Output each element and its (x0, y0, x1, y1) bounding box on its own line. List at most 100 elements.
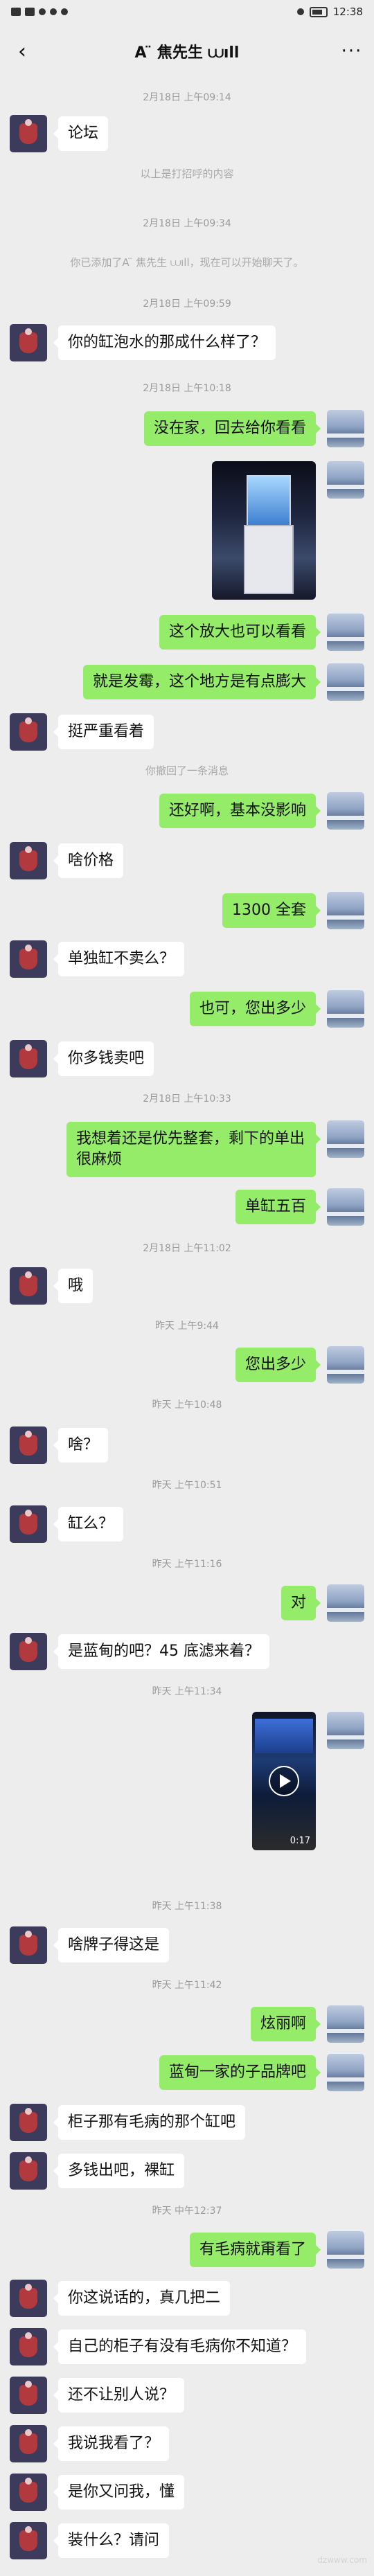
message-bubble[interactable]: 哦 (53, 1269, 93, 1303)
message-bubble[interactable]: 是蓝甸的吧？45 底滤来着？ (53, 1634, 269, 1669)
contact-avatar[interactable] (10, 2280, 47, 2317)
timestamp: 昨天 上午11:38 (152, 1901, 222, 1912)
timestamp: 2月18日 上午11:02 (143, 1243, 231, 1254)
notification-icon (61, 8, 68, 15)
message-bubble[interactable]: 炫丽啊 (250, 2007, 321, 2041)
message-bubble[interactable]: 这个放大也可以看看 (159, 615, 321, 650)
contact-avatar[interactable] (10, 2425, 47, 2462)
message-bubble[interactable]: 啥？ (53, 1428, 109, 1463)
my-avatar[interactable] (327, 663, 364, 701)
my-avatar[interactable] (327, 1584, 364, 1622)
aquarium-image (255, 1719, 313, 1753)
contact-avatar[interactable] (10, 1505, 47, 1543)
my-avatar[interactable] (327, 2005, 364, 2043)
message-bubble[interactable]: 挺严重看着 (53, 715, 154, 749)
timestamp: 2月18日 上午09:59 (143, 298, 231, 310)
timestamp: 昨天 上午11:42 (152, 1980, 222, 1991)
more-dots-icon: ··· (341, 41, 363, 62)
message-bubble[interactable]: 单缸五百 (235, 1190, 321, 1224)
message-bubble[interactable]: 柜子那有毛病的那个缸吧 (53, 2105, 246, 2140)
contact-avatar[interactable] (10, 1426, 47, 1464)
status-time: 12:38 (332, 6, 363, 18)
message-bubble[interactable]: 论坛 (53, 116, 109, 151)
message-bubble[interactable]: 就是发霉，这个地方是有点膨大 (82, 665, 321, 699)
message-bubble[interactable]: 蓝甸一家的子品牌吧 (159, 2055, 321, 2090)
system-message: 以上是打招呼的内容 (140, 168, 234, 180)
video-message[interactable]: 0:17 (252, 1712, 316, 1850)
message-bubble[interactable]: 多钱出吧，裸缸 (53, 2154, 185, 2188)
message-bubble[interactable]: 有毛病就甭看了 (189, 2233, 321, 2267)
system-message: 你撤回了一条消息 (145, 764, 229, 777)
timestamp: 昨天 上午10:48 (152, 1399, 222, 1411)
video-duration: 0:17 (290, 1836, 310, 1846)
contact-avatar[interactable] (10, 940, 47, 978)
status-icons-right: 12:38 (296, 6, 363, 18)
my-avatar[interactable] (327, 2231, 364, 2269)
message-bubble[interactable]: 你多钱卖吧 (53, 1041, 154, 1076)
message-bubble[interactable]: 自己的柜子有没有毛病你不知道？ (53, 2329, 307, 2364)
contact-avatar[interactable] (10, 2377, 47, 2414)
message-bubble[interactable]: 啥牌子得这是 (53, 1928, 170, 1962)
contact-avatar[interactable] (10, 2328, 47, 2365)
chat-header: ‹ A ̈ 焦先生 ⩊ıll ··· (0, 24, 374, 79)
my-avatar[interactable] (327, 1712, 364, 1749)
my-avatar[interactable] (327, 2054, 364, 2091)
timestamp: 2月18日 上午09:14 (143, 92, 231, 103)
message-bubble[interactable]: 1300 全套 (222, 893, 321, 928)
contact-avatar[interactable] (10, 713, 47, 751)
my-avatar[interactable] (327, 614, 364, 651)
contact-avatar[interactable] (10, 1633, 47, 1670)
photo-message[interactable] (212, 461, 316, 600)
timestamp: 2月18日 上午10:33 (143, 1093, 231, 1104)
contact-avatar[interactable] (10, 1040, 47, 1077)
message-bubble[interactable]: 啥价格 (53, 843, 124, 878)
play-icon[interactable] (269, 1766, 299, 1796)
back-button[interactable]: ‹ (10, 39, 35, 64)
contact-avatar[interactable] (10, 115, 47, 152)
my-avatar[interactable] (327, 892, 364, 929)
my-avatar[interactable] (327, 990, 364, 1028)
message-bubble[interactable]: 没在家，回去给你看看 (143, 411, 321, 446)
message-bubble[interactable]: 还不让别人说？ (53, 2378, 185, 2413)
status-bar: 12:38 (0, 0, 374, 24)
my-avatar[interactable] (327, 792, 364, 830)
timestamp: 2月18日 上午10:18 (143, 383, 231, 394)
signal-icon (11, 8, 21, 16)
message-bubble[interactable]: 你这说话的，真几把二 (53, 2281, 231, 2316)
my-avatar[interactable] (327, 461, 364, 499)
status-icons-left (11, 8, 68, 16)
message-bubble[interactable]: 你的缸泡水的那成什么样了？ (53, 325, 276, 360)
my-avatar[interactable] (327, 410, 364, 447)
contact-avatar[interactable] (10, 324, 47, 361)
battery-icon (309, 6, 328, 17)
message-bubble[interactable]: 缸么？ (53, 1507, 124, 1541)
timestamp: 昨天 上午9:44 (155, 1321, 219, 1332)
signal-icon (25, 8, 35, 16)
contact-avatar[interactable] (10, 2152, 47, 2190)
contact-avatar[interactable] (10, 2522, 47, 2559)
message-bubble[interactable]: 您出多少 (235, 1348, 321, 1382)
contact-avatar[interactable] (10, 2474, 47, 2511)
contact-avatar[interactable] (10, 1267, 47, 1305)
chat-notification-icon (50, 8, 57, 15)
message-bubble[interactable]: 单独缸不卖么？ (53, 942, 185, 976)
message-bubble[interactable]: 是你又问我，懂 (53, 2475, 185, 2510)
my-avatar[interactable] (327, 1346, 364, 1384)
my-avatar[interactable] (327, 1188, 364, 1226)
message-bubble[interactable]: 也可，您出多少 (189, 992, 321, 1026)
more-options-button[interactable]: ··· (339, 39, 364, 64)
contact-avatar[interactable] (10, 1926, 47, 1964)
system-message: 你已添加了A ̈ 焦先生 ⩊ıll，现在可以开始聊天了。 (70, 256, 304, 269)
aquarium-image (247, 475, 291, 526)
contact-avatar[interactable] (10, 842, 47, 879)
my-avatar[interactable] (327, 1120, 364, 1158)
message-bubble[interactable]: 我想着还是优先整套，剩下的单出很麻烦 (66, 1122, 321, 1177)
wifi-icon (39, 8, 46, 15)
message-bubble[interactable]: 还好啊，基本没影响 (159, 794, 321, 828)
message-bubble[interactable]: 我说我看了？ (53, 2426, 170, 2461)
timestamp: 昨天 上午11:16 (152, 1559, 222, 1570)
contact-avatar[interactable] (10, 2104, 47, 2141)
message-bubble[interactable]: 对 (280, 1586, 321, 1620)
timestamp: 昨天 上午10:51 (152, 1480, 222, 1491)
message-bubble[interactable]: 装什么？请问 (53, 2523, 170, 2558)
